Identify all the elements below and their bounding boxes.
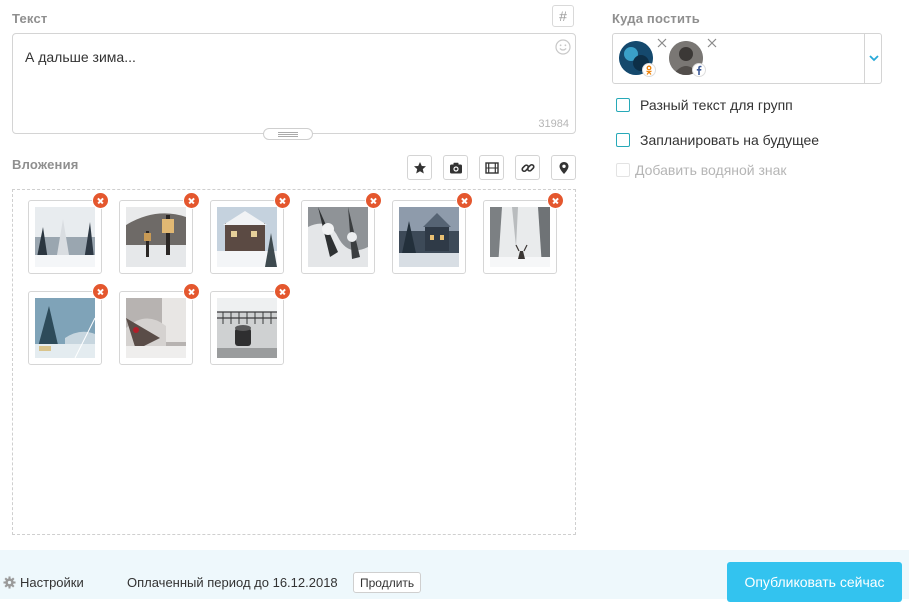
attachment-thumbnail[interactable]: [119, 283, 200, 365]
add-photo-button[interactable]: [443, 155, 468, 180]
remove-attachment-button[interactable]: [274, 283, 291, 300]
extend-button[interactable]: Продлить: [353, 572, 422, 593]
schedule-checkbox[interactable]: [616, 133, 630, 147]
remove-account-icon[interactable]: [657, 38, 667, 48]
attachment-image: [126, 207, 186, 267]
add-location-button[interactable]: [551, 155, 576, 180]
destination-label: Куда постить: [612, 11, 700, 26]
camera-icon: [449, 162, 462, 173]
post-text-value: А дальше зима...: [25, 49, 136, 65]
film-icon: [484, 161, 499, 174]
attachment-thumbnail[interactable]: [392, 192, 473, 274]
avatar[interactable]: [669, 38, 717, 77]
add-link-button[interactable]: [515, 155, 540, 180]
schedule-label: Запланировать на будущее: [640, 132, 820, 148]
attachment-thumbnail[interactable]: [483, 192, 564, 274]
textarea-resize-handle[interactable]: [263, 128, 313, 140]
attachment-image: [126, 298, 186, 358]
remove-attachment-button[interactable]: [183, 283, 200, 300]
star-icon: [413, 161, 426, 173]
char-counter: 31984: [538, 118, 569, 130]
different-text-option[interactable]: Разный текст для групп: [616, 97, 793, 113]
attachments-label: Вложения: [12, 157, 79, 172]
attachment-thumbnail[interactable]: [28, 283, 109, 365]
remove-attachment-button[interactable]: [92, 283, 109, 300]
remove-attachment-button[interactable]: [365, 192, 382, 209]
different-text-label: Разный текст для групп: [640, 97, 793, 113]
schedule-option[interactable]: Запланировать на будущее: [616, 132, 819, 148]
post-text-field[interactable]: А дальше зима... 31984: [12, 33, 576, 134]
smile-icon[interactable]: [555, 39, 571, 55]
remove-attachment-button[interactable]: [274, 192, 291, 209]
settings-link[interactable]: Настройки: [3, 575, 84, 590]
gear-icon: [3, 576, 16, 589]
remove-account-icon[interactable]: [707, 38, 717, 48]
footer-bar: Настройки Оплаченный период до 16.12.201…: [0, 550, 909, 602]
watermark-option: Добавить водяной знак: [616, 162, 787, 178]
attachment-thumbnail[interactable]: [210, 192, 291, 274]
attachment-thumbnail[interactable]: [28, 192, 109, 274]
hash-icon: #: [559, 8, 567, 24]
paid-period-text: Оплаченный период до 16.12.2018: [127, 575, 338, 590]
attachment-image: [490, 207, 550, 267]
settings-label: Настройки: [20, 575, 84, 590]
attachment-image: [217, 207, 277, 267]
different-text-checkbox[interactable]: [616, 98, 630, 112]
attachment-thumbnail[interactable]: [210, 283, 291, 365]
attachment-image: [217, 298, 277, 358]
odnoklassniki-icon: [642, 63, 656, 77]
destination-selector[interactable]: [612, 33, 882, 84]
watermark-label: Добавить водяной знак: [635, 162, 787, 178]
avatar[interactable]: [619, 38, 667, 77]
attachment-image: [35, 298, 95, 358]
attachment-image: [399, 207, 459, 267]
remove-attachment-button[interactable]: [92, 192, 109, 209]
publish-now-button[interactable]: Опубликовать сейчас: [727, 562, 902, 602]
add-video-button[interactable]: [479, 155, 504, 180]
watermark-checkbox: [616, 163, 630, 177]
attachment-image: [308, 207, 368, 267]
hashtag-button[interactable]: #: [552, 5, 574, 27]
text-label: Текст: [12, 11, 48, 26]
location-pin-icon: [559, 161, 568, 174]
attachment-image: [35, 207, 95, 267]
facebook-icon: [692, 63, 706, 77]
remove-attachment-button[interactable]: [183, 192, 200, 209]
link-icon: [520, 163, 535, 172]
remove-attachment-button[interactable]: [456, 192, 473, 209]
attachment-thumbnail[interactable]: [301, 192, 382, 274]
favorites-button[interactable]: [407, 155, 432, 180]
chevron-down-icon[interactable]: [868, 52, 880, 64]
remove-attachment-button[interactable]: [547, 192, 564, 209]
attachment-thumbnail[interactable]: [119, 192, 200, 274]
